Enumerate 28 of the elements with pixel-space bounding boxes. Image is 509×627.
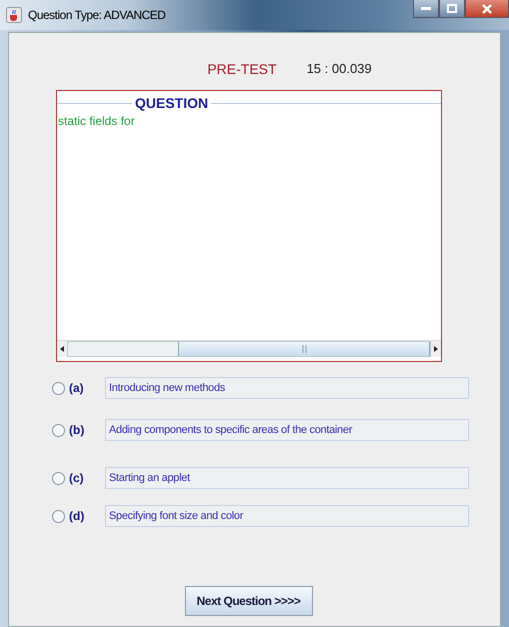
answer-field: Starting an applet xyxy=(105,467,469,489)
scroll-thumb[interactable] xyxy=(178,342,430,356)
next-question-button[interactable]: Next Question >>>> xyxy=(184,586,312,616)
radio-button[interactable] xyxy=(52,382,65,394)
timer: 15 : 00.039 xyxy=(306,61,372,77)
radio-button[interactable] xyxy=(52,472,65,484)
test-label: PRE-TEST xyxy=(207,61,277,77)
radio-button[interactable] xyxy=(52,510,65,522)
question-heading: QUESTION xyxy=(135,95,208,111)
minimize-button[interactable] xyxy=(413,0,439,18)
option-label: (c) xyxy=(69,471,85,485)
question-text: static fields for xyxy=(57,113,136,130)
option-label: (b) xyxy=(69,423,86,437)
answer-field: Specifying font size and color xyxy=(105,505,469,527)
close-icon xyxy=(482,4,492,14)
answer-field: Adding components to specific areas of the container xyxy=(105,419,469,441)
coffee-cup-icon xyxy=(6,7,22,23)
grip-icon xyxy=(302,345,306,353)
maximize-button[interactable] xyxy=(439,0,465,18)
minimize-icon xyxy=(421,6,431,10)
maximize-icon xyxy=(447,4,457,13)
radio-button[interactable] xyxy=(52,424,65,436)
horizontal-scrollbar[interactable] xyxy=(57,340,441,357)
window-title: Question Type: ADVANCED xyxy=(28,8,166,22)
close-button[interactable] xyxy=(465,0,509,18)
option-label: (a) xyxy=(69,381,85,395)
option-label: (d) xyxy=(69,509,86,523)
answer-field: Introducing new methods xyxy=(105,377,469,399)
